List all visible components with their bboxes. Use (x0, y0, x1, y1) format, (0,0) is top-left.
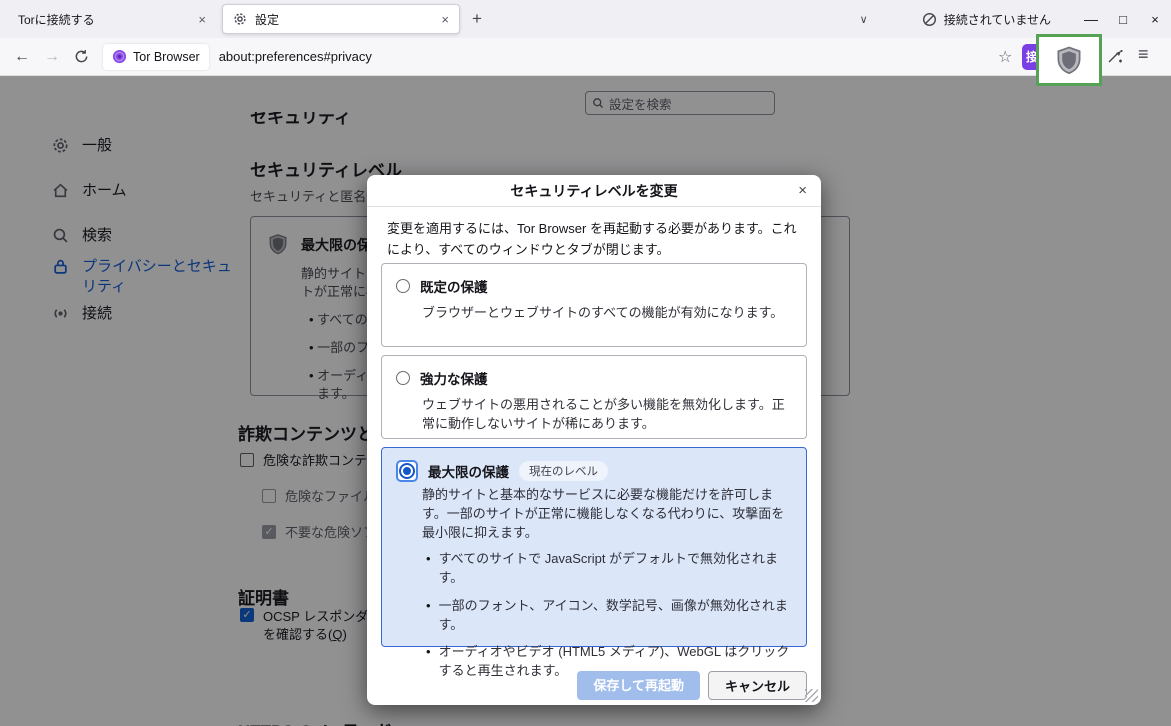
option-label: 既定の保護 (420, 276, 488, 296)
dialog-header: セキュリティレベルを変更 × (367, 175, 821, 207)
connection-status-text: 接続されていません (944, 11, 1051, 28)
menu-icon[interactable]: ≡ (1138, 44, 1149, 65)
save-and-restart-button[interactable]: 保存して再起動 (577, 671, 700, 700)
option-label: 強力な保護 (420, 368, 488, 388)
current-level-badge: 現在のレベル (519, 461, 608, 481)
option-description: ウェブサイトの悪用されることが多い機能を無効化します。正常に動作しないサイトが稀… (422, 396, 794, 434)
tab-close-icon[interactable]: × (198, 12, 206, 27)
browser-window: Torに接続する × 設定 × + ∨ 接続されていません — □ × (0, 0, 1171, 726)
page-content: 一般 ホーム 検索 プライバシーとセキュリティ (0, 76, 1171, 726)
option-label: 最大限の保護 (428, 461, 509, 481)
reload-icon[interactable] (74, 49, 89, 64)
close-icon[interactable]: × (798, 175, 807, 207)
option-description: 静的サイトと基本的なサービスに必要な機能だけを許可します。一部のサイトが正常に機… (422, 486, 794, 543)
url-bar-text[interactable]: about:preferences#privacy (219, 49, 372, 64)
option-standard[interactable]: 既定の保護 ブラウザーとウェブサイトのすべての機能が有効になります。 (381, 263, 807, 347)
option-bullet-list: •すべてのサイトで JavaScript がデフォルトで無効化されます。 •一部… (426, 550, 796, 690)
option-description: ブラウザーとウェブサイトのすべての機能が有効になります。 (422, 304, 794, 323)
security-level-shield-highlight[interactable] (1036, 34, 1102, 86)
dialog-title: セキュリティレベルを変更 (367, 175, 821, 207)
chevron-down-icon[interactable]: ∨ (860, 13, 868, 26)
tab-settings[interactable]: 設定 × (222, 4, 460, 34)
option-safest-selected[interactable]: 最大限の保護 現在のレベル 静的サイトと基本的なサービスに必要な機能だけを許可し… (381, 447, 807, 647)
radio-unselected[interactable] (396, 279, 410, 293)
tab-label: Torに接続する (18, 11, 95, 28)
tab-close-icon[interactable]: × (441, 12, 449, 27)
tab-connect-to-tor[interactable]: Torに接続する × (8, 4, 216, 34)
gear-favicon-icon (233, 12, 247, 26)
cancel-button[interactable]: キャンセル (708, 671, 807, 700)
forward-icon[interactable]: → (44, 48, 60, 66)
bullet-item: 一部のフォント、アイコン、数学記号、画像が無効化されます。 (439, 597, 796, 635)
window-maximize-button[interactable]: □ (1107, 12, 1139, 27)
resize-grip[interactable] (805, 689, 818, 702)
tab-bar: Torに接続する × 設定 × + ∨ 接続されていません — □ × (0, 0, 1171, 38)
dialog-description: 変更を適用するには、Tor Browser を再起動する必要があります。これによ… (387, 219, 803, 261)
new-tab-button[interactable]: + (472, 9, 482, 29)
option-safer[interactable]: 強力な保護 ウェブサイトの悪用されることが多い機能を無効化します。正常に動作しな… (381, 355, 807, 439)
not-connected-icon (922, 12, 937, 27)
tor-onion-icon (112, 49, 127, 64)
bullet-item: すべてのサイトで JavaScript がデフォルトで無効化されます。 (439, 550, 796, 588)
connection-status: 接続されていません (922, 11, 1051, 28)
navigation-toolbar: ← → Tor Browser about:preferences#privac… (0, 38, 1171, 76)
radio-unselected[interactable] (396, 371, 410, 385)
new-identity-icon[interactable] (1106, 47, 1124, 65)
shield-icon (1054, 45, 1084, 75)
radio-selected[interactable] (396, 460, 418, 482)
site-identity-button[interactable]: Tor Browser (103, 44, 209, 70)
window-close-button[interactable]: × (1139, 12, 1171, 27)
security-level-dialog: セキュリティレベルを変更 × 変更を適用するには、Tor Browser を再起… (367, 175, 821, 705)
dialog-footer: 保存して再起動 キャンセル (577, 671, 807, 700)
site-identity-label: Tor Browser (133, 50, 200, 64)
back-icon[interactable]: ← (14, 48, 30, 66)
bookmark-star-icon[interactable]: ☆ (998, 47, 1012, 67)
window-minimize-button[interactable]: — (1075, 11, 1107, 27)
tab-label: 設定 (255, 11, 433, 28)
